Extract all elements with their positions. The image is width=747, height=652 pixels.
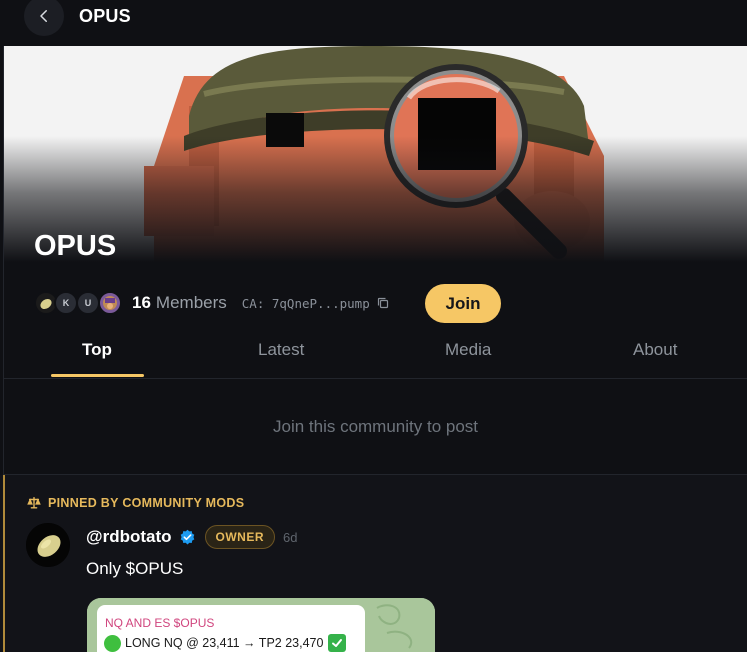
join-prompt: Join this community to post bbox=[4, 379, 747, 475]
tab-top[interactable]: Top bbox=[82, 340, 112, 360]
contract-address-text: CA: 7qQneP...pump bbox=[241, 295, 370, 311]
green-circle-icon bbox=[104, 634, 121, 652]
top-bar: OPUS bbox=[0, 0, 747, 46]
back-button[interactable] bbox=[24, 0, 64, 36]
members-count: 16 bbox=[132, 293, 151, 312]
tab-latest[interactable]: Latest bbox=[258, 340, 304, 360]
post-text: Only $OPUS bbox=[86, 559, 184, 578]
member-avatar bbox=[98, 291, 122, 315]
potato-icon bbox=[26, 523, 70, 567]
media-title: NQ AND ES $OPUS bbox=[105, 616, 215, 630]
chevron-left-icon bbox=[40, 10, 47, 22]
member-avatar: K bbox=[54, 291, 78, 315]
active-tab-indicator bbox=[51, 374, 144, 377]
post-avatar[interactable] bbox=[26, 523, 70, 567]
media-message-card: NQ AND ES $OPUS LONG NQ @ 23,411 → TP2 2… bbox=[97, 605, 365, 652]
tab-about[interactable]: About bbox=[633, 340, 677, 360]
post-media[interactable]: NQ AND ES $OPUS LONG NQ @ 23,411 → TP2 2… bbox=[87, 598, 435, 652]
media-trade-text: LONG NQ @ 23,411 → TP2 23,470 bbox=[125, 636, 324, 650]
tab-bar: Top Latest Media About bbox=[4, 330, 747, 379]
community-name: OPUS bbox=[34, 230, 117, 262]
scales-icon bbox=[27, 497, 41, 509]
tab-media[interactable]: Media bbox=[445, 340, 491, 360]
post-handle[interactable]: @rdbotato bbox=[86, 527, 172, 547]
pinned-label: PINNED BY COMMUNITY MODS bbox=[27, 496, 244, 510]
pinned-accent-bar bbox=[3, 475, 5, 652]
verified-badge-icon bbox=[180, 529, 194, 544]
post-author-row: @rdbotato OWNER 6d bbox=[86, 525, 297, 549]
pinned-label-text: PINNED BY COMMUNITY MODS bbox=[48, 496, 245, 510]
check-mark-icon bbox=[328, 634, 347, 652]
media-trade-line: LONG NQ @ 23,411 → TP2 23,470 bbox=[104, 634, 347, 652]
member-avatars[interactable]: K U bbox=[34, 288, 126, 318]
page-title: OPUS bbox=[79, 6, 131, 26]
owner-badge: OWNER bbox=[204, 525, 276, 549]
avatar-image-icon bbox=[103, 296, 117, 310]
potato-icon bbox=[40, 298, 52, 310]
post-timestamp[interactable]: 6d bbox=[283, 530, 297, 545]
members-label: Members bbox=[155, 293, 227, 312]
copy-icon[interactable] bbox=[377, 297, 389, 309]
pinned-post[interactable]: PINNED BY COMMUNITY MODS @rdbotato OWNER… bbox=[0, 475, 747, 652]
member-avatar: U bbox=[76, 291, 100, 315]
join-button[interactable]: Join bbox=[425, 284, 501, 323]
contract-address: CA: 7qQneP...pump bbox=[242, 296, 389, 311]
members-row: K U 16 Members CA: 7qQneP...pump bbox=[34, 284, 389, 322]
